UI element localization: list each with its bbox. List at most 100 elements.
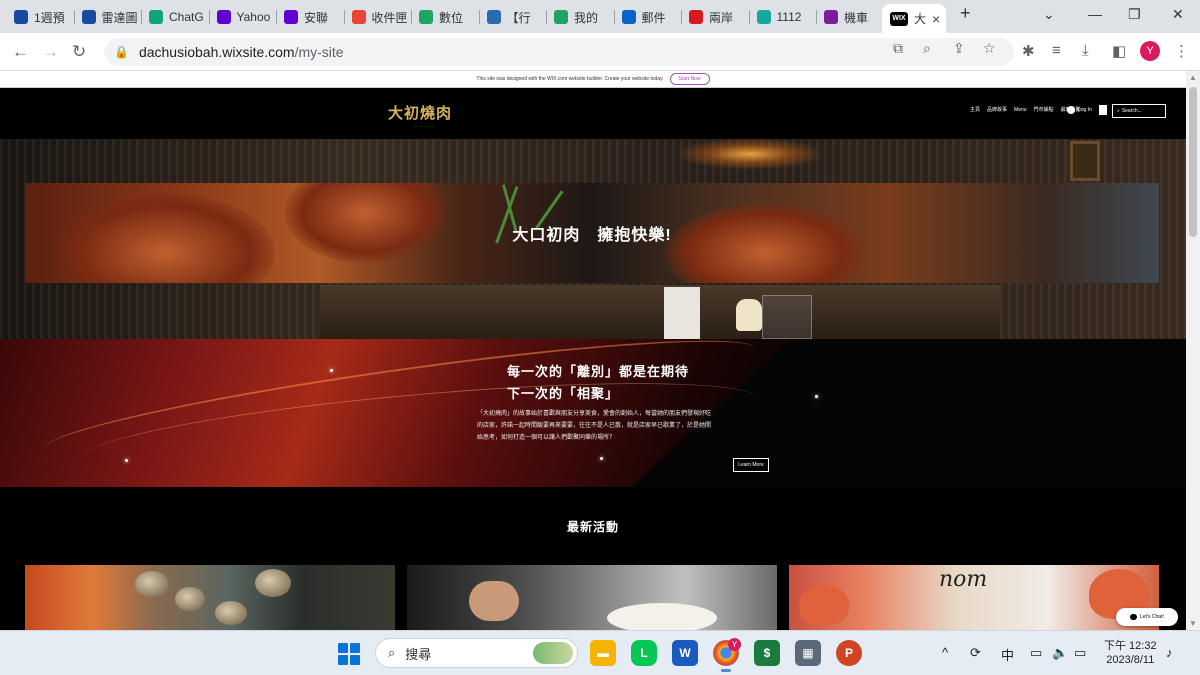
calculator-app-icon[interactable]: ▦ [795,640,821,666]
drive-icon [554,10,568,24]
reading-list-icon[interactable]: ≡ [1052,42,1061,59]
browser-tab-label: 【行 [506,10,531,25]
event-card-dining[interactable] [407,565,777,630]
extensions-icon[interactable]: ✱ [1022,42,1035,60]
site-nav-item[interactable]: 品牌故事 [987,106,1007,113]
share-icon[interactable]: ⇪ [953,40,965,57]
scroll-up-arrow-icon[interactable]: ▲ [1189,73,1197,82]
site-header: 大初燒肉 — — — — 主頁品牌故事Menu門市據點最新活動 Log In ⌕… [0,88,1186,139]
hero-banner: 大口初肉 擁抱快樂! [25,183,1159,283]
translate-icon[interactable]: ⧉ [893,40,903,57]
tray-overflow-chevron-icon[interactable]: ^ [942,645,948,660]
side-panel-icon[interactable]: ◧ [1112,42,1126,60]
minimize-window-icon[interactable]: — [1088,6,1102,22]
line-app-icon[interactable]: L [631,640,657,666]
notification-bell-icon[interactable]: ♪ [1166,645,1173,660]
forward-icon[interactable]: → [42,42,59,62]
browser-tab[interactable]: 機車 [816,4,884,30]
site-nav-item[interactable]: 門市據點 [1034,106,1054,113]
sparkle [330,369,333,372]
sync-icon[interactable]: ⟳ [970,645,981,661]
site-nav-item[interactable]: 主頁 [970,106,980,113]
battery-icon[interactable]: ▭ [1074,645,1086,661]
money-app-icon[interactable]: $ [754,640,780,666]
powerpoint-app-icon[interactable]: P [836,640,862,666]
browser-tab[interactable]: ChatG [141,4,209,30]
browser-tab-label: 安聯 [304,10,329,25]
restore-window-icon[interactable]: ❐ [1128,6,1141,23]
story-heading-line2: 下一次的「相聚」 [507,386,620,401]
ime-indicator[interactable]: 中 [1001,645,1014,664]
browser-tab-label: 郵件 [641,10,666,25]
bookmark-star-icon[interactable]: ☆ [983,40,996,57]
browser-tab-label: 機車 [844,10,869,25]
wix-ad-text: This site was designed with the WIX.com … [476,76,664,82]
sparkle [815,395,818,398]
browser-tab-label: 1週預 [34,10,65,25]
reload-icon[interactable]: ↻ [72,42,86,62]
sparkle [125,459,128,462]
tulip-image [799,585,849,625]
user-icon [1067,106,1075,114]
browser-tab-active[interactable]: WIX 大 × [882,4,946,33]
page-scrollbar[interactable]: ▲ ▼ [1186,71,1200,630]
restaurant-counter [320,285,1000,339]
logo-subtext-graphic: — — — — [414,124,436,128]
gov-icon [486,10,501,24]
login-label: Log In [1078,107,1092,113]
network-icon[interactable]: ▭ [1030,645,1042,661]
site-search-input[interactable]: ⌕ Search... [1112,104,1166,118]
new-tab-button[interactable]: + [960,3,971,24]
word-app-icon[interactable]: W [672,640,698,666]
browser-tab[interactable]: 1112 [749,4,817,30]
browser-tab[interactable]: 雷達圖 [74,4,142,30]
browser-tab[interactable]: 郵件 [614,4,682,30]
profile-avatar[interactable]: Y [1140,41,1160,61]
browser-tab[interactable]: 收件匣 [344,4,412,30]
story-body-text: 「大初燒肉」的故事始於喜歡與朋友分享美食，愛會的創始人，每當她的朋友們發現好吃的… [477,411,712,441]
scrollbar-thumb[interactable] [1189,87,1197,237]
zoom-icon[interactable]: ⌕ [923,40,931,57]
login-link[interactable]: Log In [1067,106,1092,114]
browser-tab-label: ChatG [169,10,204,24]
windows-start-icon[interactable] [338,643,360,665]
back-icon[interactable]: ← [12,42,29,62]
learn-more-button[interactable]: Learn More [733,458,769,472]
volume-icon[interactable]: 🔈 [1052,645,1068,661]
event-card-seafood[interactable] [25,565,395,630]
browser-tab[interactable]: 我的 [546,4,614,30]
close-tab-icon[interactable]: × [932,11,940,27]
address-bar[interactable]: 🔒 dachusiobah.wixsite.com/my-site [104,38,1014,66]
scroll-down-arrow-icon[interactable]: ▼ [1189,619,1197,628]
taskbar-search-label: 搜尋 [405,646,432,662]
wix-start-now-button[interactable]: Start Now [669,73,710,85]
browser-tab[interactable]: 兩岸 [681,4,749,30]
lets-chat-button[interactable]: Let's Chat! [1116,608,1178,626]
browser-tab[interactable]: Yahoo [209,4,277,30]
browser-tab[interactable]: 數位 [411,4,479,30]
system-clock[interactable]: 下午 12:32 2023/8/11 [1104,639,1157,667]
wix-icon: WIX [890,11,908,26]
cart-icon[interactable] [1099,105,1107,115]
file-explorer-icon[interactable]: ▬ [590,640,616,666]
close-window-icon[interactable]: ✕ [1172,6,1184,23]
lucky-cat-figure [736,299,762,331]
browser-tab[interactable]: 安聯 [276,4,344,30]
globe-icon [824,10,838,24]
menu-board [664,287,700,339]
site-nav-item[interactable]: Menu [1014,107,1027,113]
taskbar-search-box[interactable]: ⌕ 搜尋 [375,638,578,668]
browser-tab-label: 大 [914,12,927,26]
clam-image [215,601,247,625]
lock-icon[interactable]: 🔒 [114,45,129,59]
tab-search-chevron-icon[interactable]: ⌄ [1043,6,1055,23]
download-icon[interactable]: ⤓ [1082,42,1089,59]
hero-banner-title: 大口初肉 擁抱快樂! [512,227,672,244]
glass-display-case [762,295,812,339]
browser-tab[interactable]: 1週預 [6,4,74,30]
wall-frame [1070,141,1100,181]
browser-menu-icon[interactable]: ⋮ [1174,42,1189,60]
event-card-flowers[interactable]: nom [789,565,1159,630]
browser-tab[interactable]: 【行 [479,4,547,30]
site-logo[interactable]: 大初燒肉 [388,102,452,123]
